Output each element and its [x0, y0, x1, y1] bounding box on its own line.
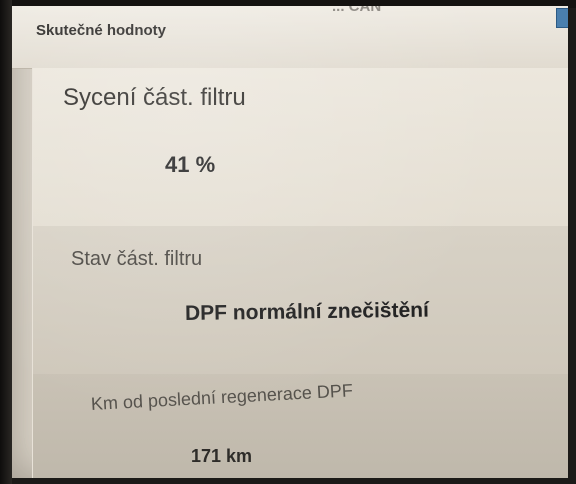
readings-panel: Sycení část. filtru 41 % Stav část. filt… — [32, 68, 568, 478]
reading-km-since-regeneration[interactable]: Km od poslední regenerace DPF 171 km — [33, 374, 568, 478]
reading-value: DPF normální znečištění — [184, 298, 430, 325]
corner-button[interactable] — [556, 8, 568, 28]
title-overflow-text: ... CAN — [332, 6, 382, 15]
reading-label: Stav část. filtru — [71, 248, 203, 270]
reading-value: 171 km — [191, 446, 253, 466]
reading-dpf-saturation[interactable]: Sycení část. filtru 41 % — [33, 68, 568, 227]
diagnostic-screen: ... CAN Skutečné hodnoty Sycení část. fi… — [12, 6, 568, 478]
reading-dpf-status[interactable]: Stav část. filtru DPF normální znečištěn… — [33, 226, 568, 375]
page-title: Skutečné hodnoty — [36, 22, 167, 39]
title-bar: ... CAN Skutečné hodnoty — [12, 6, 568, 69]
reading-label: Sycení část. filtru — [63, 84, 246, 111]
reading-value: 41 % — [165, 152, 216, 177]
monitor-bezel-left — [0, 0, 12, 484]
reading-label: Km od poslední regenerace DPF — [90, 380, 354, 414]
